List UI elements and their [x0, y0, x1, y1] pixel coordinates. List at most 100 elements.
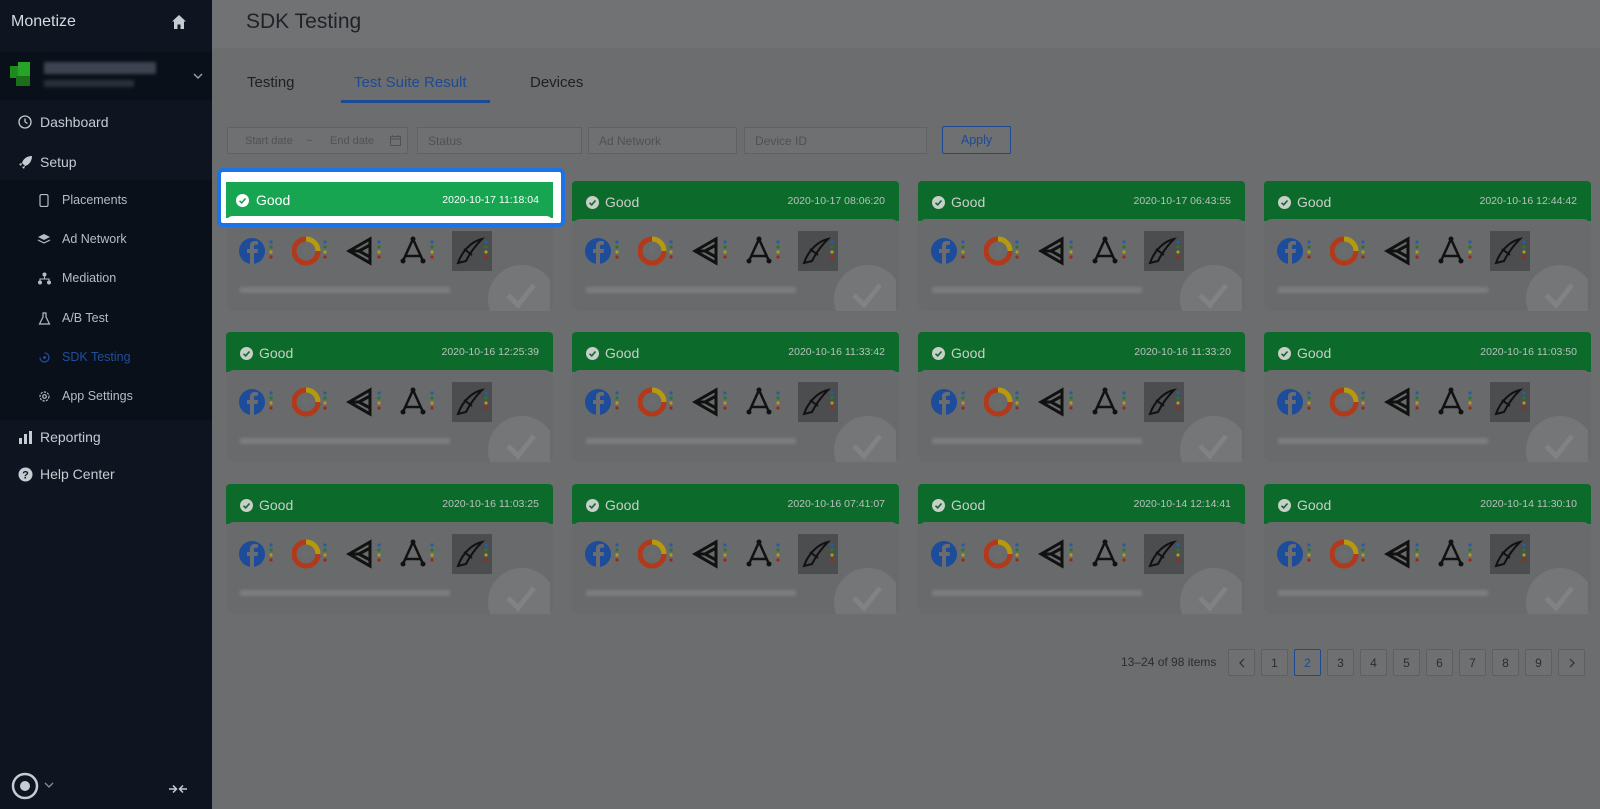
admob-icon [638, 387, 673, 417]
apply-button[interactable]: Apply [942, 126, 1011, 154]
test-result-card[interactable]: Good 2020-10-16 11:03:25 [226, 484, 553, 614]
help-icon: ? [17, 466, 33, 482]
test-result-card[interactable]: Good 2020-10-16 11:33:42 [572, 332, 899, 462]
unity-icon [1384, 387, 1419, 417]
test-result-card[interactable]: Good 2020-10-16 11:03:50 [1264, 332, 1591, 462]
svg-text:?: ? [22, 469, 29, 481]
tab-testing[interactable]: Testing [247, 74, 295, 91]
redacted-text [240, 287, 450, 293]
admob-icon [292, 387, 327, 417]
phone-icon [37, 193, 51, 207]
page-button-2[interactable]: 2 [1294, 649, 1321, 676]
facebook-icon [239, 238, 273, 264]
admob-icon [1330, 539, 1365, 569]
ad-network-select[interactable]: Ad Network [588, 127, 737, 154]
page-button-3[interactable]: 3 [1327, 649, 1354, 676]
nav-label: Setup [40, 154, 77, 170]
collapse-sidebar-icon[interactable] [168, 782, 188, 796]
applovin-icon [746, 236, 780, 264]
card-body [918, 370, 1245, 462]
tab-test-suite-result[interactable]: Test Suite Result [354, 74, 467, 91]
redacted-text [586, 590, 796, 596]
nav-reporting[interactable]: Reporting [0, 419, 212, 455]
account-switcher[interactable] [0, 52, 212, 100]
page-button-9[interactable]: 9 [1525, 649, 1552, 676]
sidebar-item-mediation[interactable]: Mediation [0, 260, 212, 296]
facebook-icon [1277, 389, 1311, 415]
facebook-icon [585, 238, 619, 264]
admob-icon [984, 387, 1019, 417]
sidebar-item-app-settings[interactable]: App Settings [0, 378, 212, 414]
test-result-card[interactable]: Good 2020-10-14 11:30:10 [1264, 484, 1591, 614]
check-circle-icon [1278, 196, 1291, 209]
test-result-card[interactable]: Good 2020-10-17 08:06:20 [572, 181, 899, 311]
test-result-card[interactable]: Good 2020-10-16 12:25:39 [226, 332, 553, 462]
sidebar: Monetize Dashboard Setup Placements Ad N… [0, 0, 212, 809]
page-button-4[interactable]: 4 [1360, 649, 1387, 676]
end-date-input[interactable]: End date [330, 135, 374, 147]
user-avatar-icon[interactable] [11, 772, 39, 800]
hierarchy-icon [37, 271, 51, 285]
highlighted-card-header[interactable]: Good 2020-10-17 11:18:04 [226, 182, 553, 218]
card-header: Good 2020-10-17 08:06:20 [572, 181, 899, 221]
page-button-1[interactable]: 1 [1261, 649, 1288, 676]
chevron-down-icon[interactable] [192, 70, 204, 82]
test-result-card[interactable]: Good 2020-10-17 06:43:55 [918, 181, 1245, 311]
page-button-6[interactable]: 6 [1426, 649, 1453, 676]
applovin-icon [746, 387, 780, 415]
sidebar-item-sdk-testing[interactable]: SDK Testing [0, 339, 212, 375]
redacted-text [586, 287, 796, 293]
card-body [226, 370, 553, 462]
prev-page-button[interactable] [1228, 649, 1255, 676]
card-body [226, 522, 553, 614]
page-button-7[interactable]: 7 [1459, 649, 1486, 676]
sidebar-item-placements[interactable]: Placements [0, 182, 212, 218]
unity-icon [346, 387, 381, 417]
chevron-right-icon [1569, 658, 1575, 667]
rocket-icon [17, 154, 33, 170]
card-body [226, 219, 553, 311]
page-button-5[interactable]: 5 [1393, 649, 1420, 676]
sidebar-item-ad-network[interactable]: Ad Network [0, 221, 212, 257]
nav-setup[interactable]: Setup [0, 144, 212, 180]
start-date-input[interactable]: Start date [245, 135, 293, 147]
chevron-down-icon[interactable] [44, 780, 54, 790]
unity-icon [1384, 539, 1419, 569]
page-button-8[interactable]: 8 [1492, 649, 1519, 676]
unity-icon [1038, 387, 1073, 417]
applovin-icon [1092, 387, 1126, 415]
facebook-icon [239, 389, 273, 415]
test-result-card[interactable]: Good 2020-10-16 11:33:20 [918, 332, 1245, 462]
card-date: 2020-10-14 11:30:10 [1480, 498, 1577, 510]
test-result-card[interactable]: Good 2020-10-16 07:41:07 [572, 484, 899, 614]
status-select[interactable]: Status [417, 127, 582, 154]
facebook-icon [1277, 541, 1311, 567]
sidebar-item-ab-test[interactable]: A/B Test [0, 300, 212, 336]
facebook-icon [239, 541, 273, 567]
card-header: Good 2020-10-16 12:44:42 [1264, 181, 1591, 221]
check-circle-icon [586, 196, 599, 209]
test-result-card[interactable]: Good 2020-10-16 12:44:42 [1264, 181, 1591, 311]
check-circle-icon [240, 347, 253, 360]
date-range-picker[interactable]: Start date ~ End date [227, 127, 408, 154]
card-header: Good 2020-10-14 12:14:41 [918, 484, 1245, 524]
card-date: 2020-10-16 12:44:42 [1479, 195, 1578, 207]
card-date: 2020-10-16 11:33:42 [788, 346, 885, 358]
unity-icon [692, 539, 727, 569]
test-result-card[interactable]: Good 2020-10-14 12:14:41 [918, 484, 1245, 614]
ad-network-placeholder: Ad Network [599, 133, 662, 148]
nav-help-center[interactable]: ? Help Center [0, 456, 212, 492]
device-id-input[interactable]: Device ID [744, 127, 927, 154]
next-page-button[interactable] [1558, 649, 1585, 676]
redacted-text [932, 287, 1142, 293]
home-icon[interactable] [171, 14, 187, 30]
pagination-info: 13–24 of 98 items [1121, 655, 1217, 669]
card-status: Good [259, 497, 294, 513]
card-body [572, 370, 899, 462]
unity-icon [692, 387, 727, 417]
applovin-icon [746, 539, 780, 567]
tab-devices[interactable]: Devices [530, 74, 583, 91]
nav-dashboard[interactable]: Dashboard [0, 104, 212, 140]
card-date: 2020-10-14 12:14:41 [1133, 498, 1232, 510]
card-status: Good [256, 192, 291, 208]
